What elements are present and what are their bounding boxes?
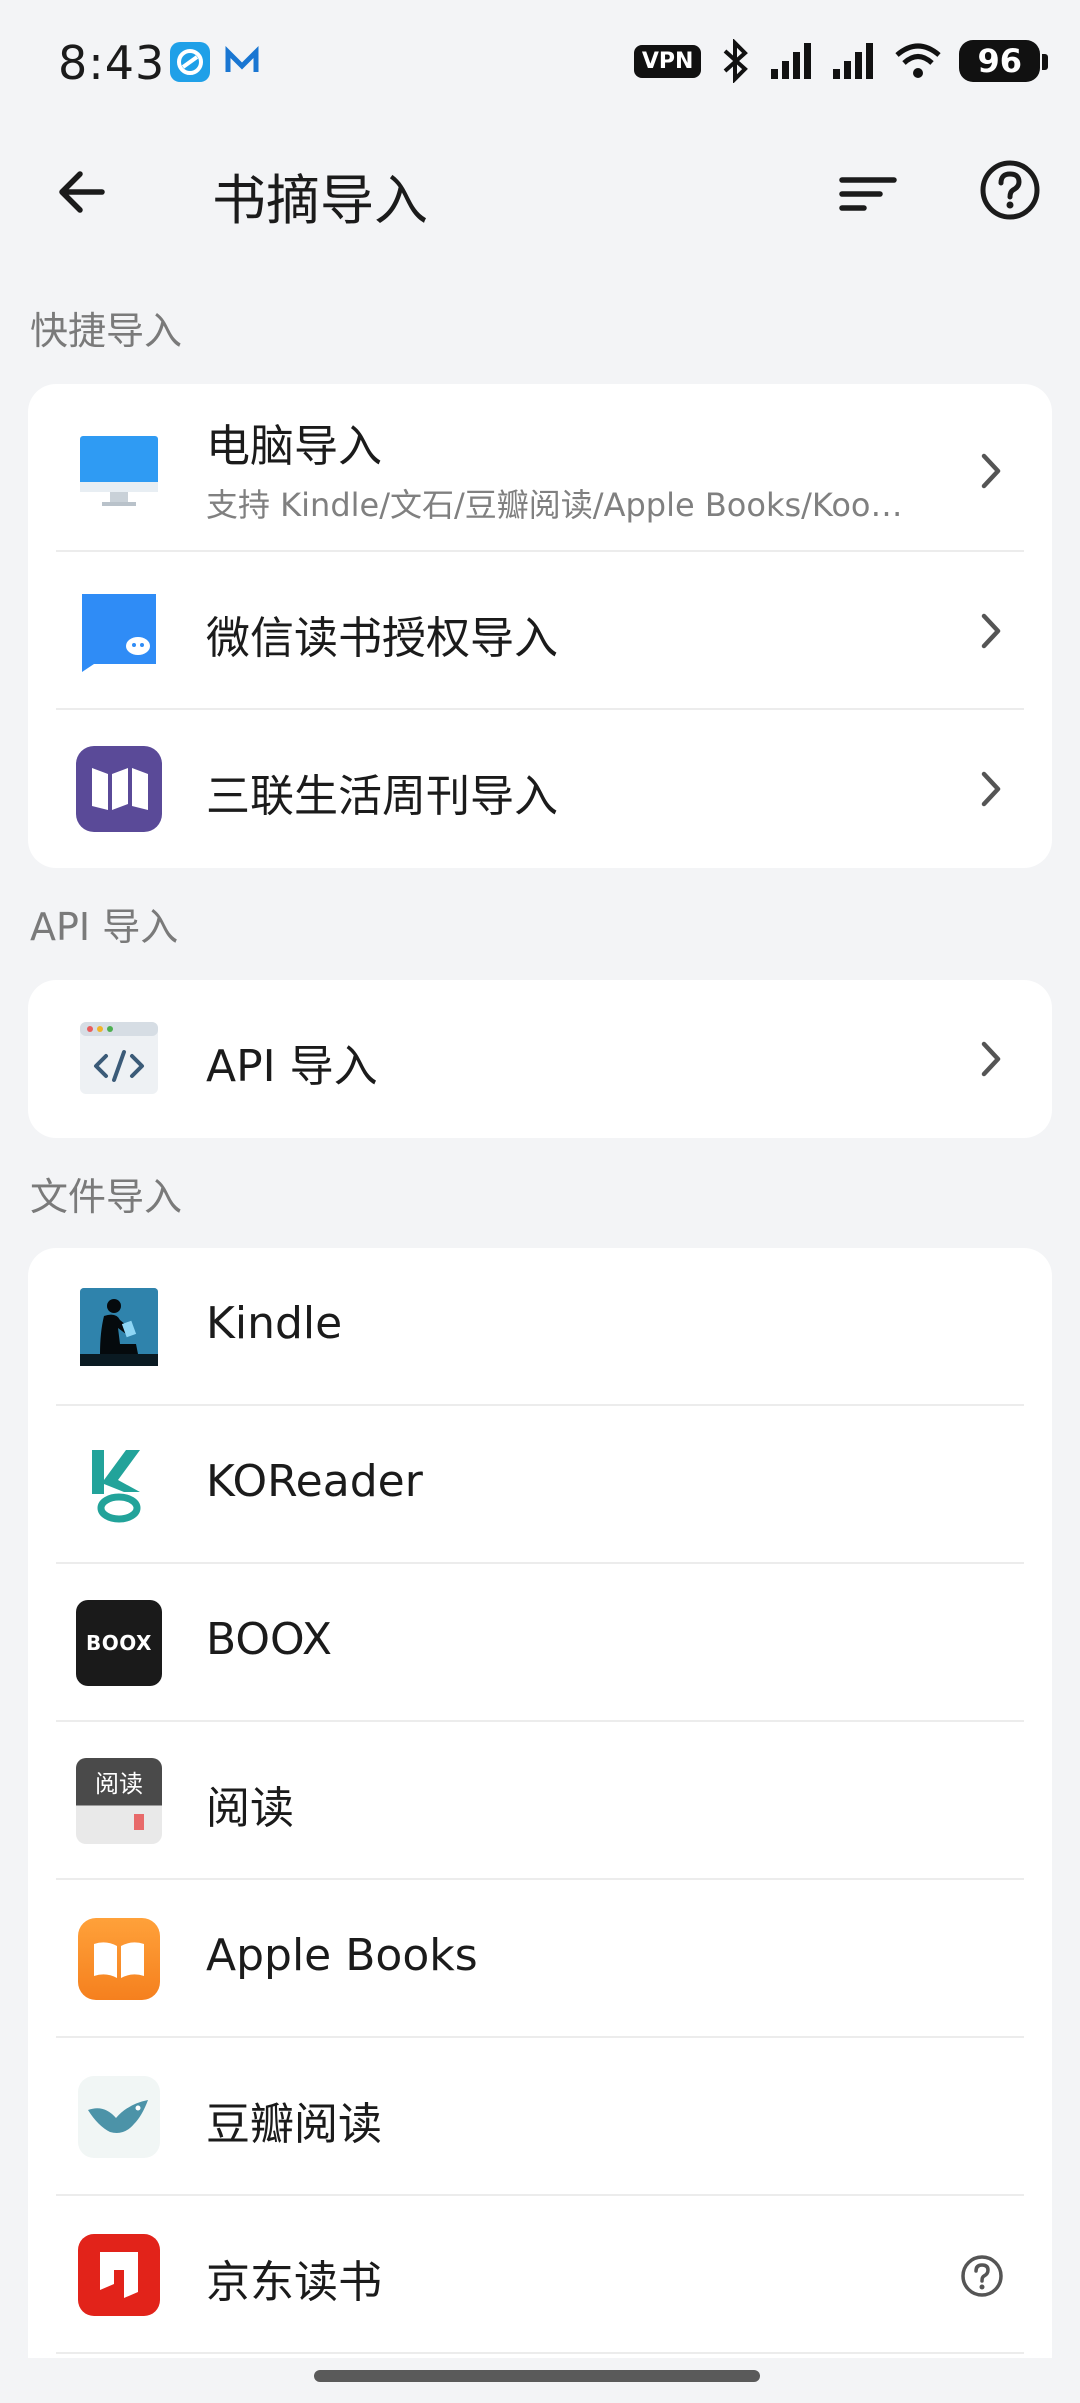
list-item-koreader[interactable]: KOReader <box>28 1406 1052 1564</box>
yuedu-icon: 阅读 <box>76 1758 162 1844</box>
section-title-file: 文件导入 <box>30 1175 183 1219</box>
signal-icon-2 <box>833 43 874 79</box>
chevron-right-icon <box>981 613 1001 649</box>
list-item-subtitle: 支持 Kindle/文石/豆瓣阅读/Apple Books/Koo… <box>206 486 903 524</box>
computer-icon <box>80 436 158 506</box>
list-item-label: Kindle <box>206 1298 343 1349</box>
file-import-card: Kindle KOReader BOOX BOOX 阅读 阅读 Apple Bo… <box>28 1248 1052 2358</box>
help-icon[interactable] <box>960 2254 1004 2298</box>
top-app-bar: 书摘导入 <box>0 130 1080 250</box>
list-item-label: 豆瓣阅读 <box>206 2099 382 2150</box>
jd-read-icon <box>78 2234 160 2316</box>
list-item-label: 电脑导入 <box>206 421 382 472</box>
status-bar: 8:43 VPN 96 <box>0 0 1080 120</box>
list-item-label: KOReader <box>206 1456 423 1507</box>
list-item-label: API 导入 <box>206 1041 378 1092</box>
chevron-right-icon <box>981 771 1001 807</box>
mail-notification-icon <box>222 42 262 82</box>
help-icon[interactable] <box>978 158 1042 222</box>
boox-icon: BOOX <box>76 1600 162 1686</box>
list-item-label: 京东读书 <box>206 2257 382 2308</box>
list-item-label: 三联生活周刊导入 <box>206 771 558 822</box>
code-window-icon <box>80 1022 158 1094</box>
signal-icon <box>771 43 812 79</box>
list-item-pc-import[interactable]: 电脑导入 支持 Kindle/文石/豆瓣阅读/Apple Books/Koo… <box>28 384 1052 552</box>
chevron-right-icon <box>981 1041 1001 1077</box>
list-item-jd-read[interactable]: 京东读书 <box>28 2196 1052 2354</box>
yuedu-icon-text: 阅读 <box>95 1770 143 1798</box>
wechat-read-icon <box>82 594 156 672</box>
section-title-quick: 快捷导入 <box>30 309 183 353</box>
bookmark-icon <box>134 1814 144 1830</box>
battery-indicator: 96 <box>959 40 1048 82</box>
list-item-label: BOOX <box>206 1614 333 1665</box>
list-item-label: 微信读书授权导入 <box>206 613 558 664</box>
vpn-badge: VPN <box>633 44 702 78</box>
home-indicator[interactable] <box>314 2370 760 2382</box>
bluetooth-icon <box>724 39 749 83</box>
list-item-apple-books[interactable]: Apple Books <box>28 1880 1052 2038</box>
wifi-icon <box>895 43 942 78</box>
list-item-label: Apple Books <box>206 1930 478 1981</box>
koreader-icon <box>88 1448 150 1523</box>
list-item-boox[interactable]: BOOX BOOX <box>28 1564 1052 1722</box>
chevron-right-icon <box>981 453 1001 489</box>
list-item-yuedu[interactable]: 阅读 阅读 <box>28 1722 1052 1880</box>
app-notification-icon <box>170 42 210 82</box>
quick-import-card: 电脑导入 支持 Kindle/文石/豆瓣阅读/Apple Books/Koo… … <box>28 384 1052 868</box>
list-item-kindle[interactable]: Kindle <box>28 1248 1052 1406</box>
list-item-douban-read[interactable]: 豆瓣阅读 <box>28 2038 1052 2196</box>
api-import-card: API 导入 <box>28 980 1052 1138</box>
status-time: 8:43 <box>58 36 166 90</box>
list-item-api[interactable]: API 导入 <box>28 980 1052 1138</box>
douban-read-icon <box>78 2076 160 2158</box>
sort-icon[interactable] <box>838 164 898 224</box>
apple-books-icon <box>78 1918 160 2000</box>
kindle-icon <box>80 1288 158 1366</box>
back-arrow-icon[interactable] <box>50 160 114 224</box>
list-item-wechat-read[interactable]: 微信读书授权导入 <box>28 552 1052 710</box>
list-item-label: 阅读 <box>206 1783 294 1834</box>
list-item-sanlian[interactable]: 三联生活周刊导入 <box>28 710 1052 868</box>
section-title-api: API 导入 <box>30 905 179 949</box>
page-title: 书摘导入 <box>212 169 428 232</box>
sanlian-icon <box>76 746 162 832</box>
